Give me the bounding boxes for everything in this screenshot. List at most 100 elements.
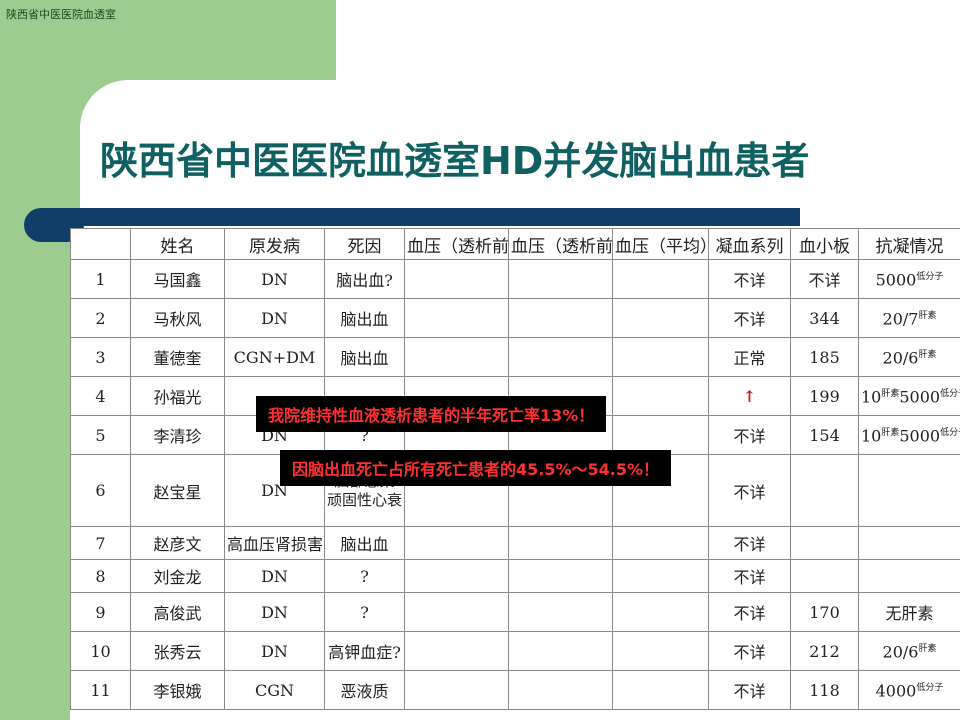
table-row: 11 李银娥 CGN 恶液质 不详 118 4000低分子 (70, 670, 960, 710)
cell-coag: 不详 (708, 415, 791, 455)
cell-name: 李清珍 (130, 415, 225, 455)
cell-coag: 不详 (708, 454, 791, 527)
cell-name: 张秀云 (130, 631, 225, 671)
cell-empty (404, 670, 509, 710)
anticoag-value: 5000 (875, 270, 917, 290)
cell-coag: 不详 (708, 526, 791, 560)
cell-platelet: 170 (790, 592, 859, 632)
table-header-row: 姓名 原发病 死因 血压（透析前） 血压（透析前） 血压（平均） 凝血系列 血小… (70, 228, 960, 260)
cell-no: 6 (70, 454, 131, 527)
col-header-cause: 死因 (324, 228, 405, 260)
cell-empty (508, 670, 613, 710)
anticoag-value: 10 (861, 387, 882, 407)
col-header-anticoag: 抗凝情况 (858, 228, 960, 260)
cell-name: 赵宝星 (130, 454, 225, 527)
table-row: 8 刘金龙 DN ? 不详 (70, 559, 960, 593)
cell-empty (404, 526, 509, 560)
cell-platelet: 344 (790, 298, 859, 338)
cell-disease: 高血压肾损害 (224, 526, 325, 560)
cell-coag: 不详 (708, 298, 791, 338)
cell-cause: 高钾血症? (324, 631, 405, 671)
anticoag-type: 肝素 (918, 643, 937, 654)
cell-cause: 脑出血? (324, 259, 405, 299)
cell-empty (508, 526, 613, 560)
cell-coag: 不详 (708, 559, 791, 593)
col-header-coag: 凝血系列 (708, 228, 791, 260)
mortality-callout: 我院维持性血液透析患者的半年死亡率13%！ (256, 396, 607, 432)
anticoag-value: 20/6 (882, 348, 919, 368)
cell-no: 2 (70, 298, 131, 338)
anticoag-value-2: 5000 (899, 426, 941, 446)
cell-coag: 不详 (708, 631, 791, 671)
cell-cause: 脑出血 (324, 298, 405, 338)
anticoag-value: 20/6 (882, 642, 919, 662)
cell-no: 8 (70, 559, 131, 593)
table-row: 9 高俊武 DN ? 不详 170 无肝素 (70, 592, 960, 632)
anticoag-value-2: 5000 (899, 387, 941, 407)
anticoag-value: 20/7 (882, 309, 919, 329)
cell-no: 9 (70, 592, 131, 632)
cell-cause: 脑出血 (324, 526, 405, 560)
cell-anticoag: 4000低分子 (858, 670, 960, 710)
org-label: 陕西省中医医院血透室 (6, 8, 116, 21)
cell-platelet (790, 454, 859, 527)
cell-anticoag (858, 526, 960, 560)
cell-platelet: 不详 (790, 259, 859, 299)
slide-title: 陕西省中医医院血透室HD并发脑出血患者 (100, 139, 810, 183)
cell-name: 马秋风 (130, 298, 225, 338)
cell-anticoag: 5000低分子 (858, 259, 960, 299)
cell-platelet: 185 (790, 337, 859, 377)
cell-platelet: 212 (790, 631, 859, 671)
col-header-disease: 原发病 (224, 228, 325, 260)
cell-platelet (790, 559, 859, 593)
cell-coag: ↑ (708, 376, 791, 416)
cell-anticoag: 10肝素5000低分子 (858, 415, 960, 455)
cell-empty (508, 631, 613, 671)
cell-disease: DN (224, 592, 325, 632)
table-row: 2 马秋风 DN 脑出血 不详 344 20/7肝素 (70, 298, 960, 338)
cell-empty (612, 559, 709, 593)
col-header (70, 228, 131, 260)
cell-empty (612, 526, 709, 560)
cell-coag: 正常 (708, 337, 791, 377)
cell-disease: DN (224, 631, 325, 671)
anticoag-type: 肝素 (881, 388, 900, 399)
table-row: 3 董德奎 CGN+DM 脑出血 正常 185 20/6肝素 (70, 337, 960, 377)
cell-empty (612, 592, 709, 632)
cell-no: 3 (70, 337, 131, 377)
cell-cause: ? (324, 592, 405, 632)
title-underline-bar (40, 208, 800, 226)
cell-empty (404, 631, 509, 671)
cell-name: 孙福光 (130, 376, 225, 416)
cell-name: 高俊武 (130, 592, 225, 632)
cell-empty (612, 376, 709, 416)
anticoag-type: 肝素 (881, 427, 900, 438)
cell-platelet: 199 (790, 376, 859, 416)
cell-no: 11 (70, 670, 131, 710)
cell-empty (612, 415, 709, 455)
cell-empty (612, 631, 709, 671)
anticoag-type-2: 低分子 (940, 388, 959, 399)
brain-hemorrhage-callout: 因脑出血死亡占所有死亡患者的45.5%～54.5%！ (280, 450, 672, 486)
cell-name: 马国鑫 (130, 259, 225, 299)
cell-no: 4 (70, 376, 131, 416)
cell-empty (612, 298, 709, 338)
cell-coag: 不详 (708, 592, 791, 632)
cell-name: 董德奎 (130, 337, 225, 377)
table-row: 1 马国鑫 DN 脑出血? 不详 不详 5000低分子 (70, 259, 960, 299)
anticoag-type: 肝素 (918, 310, 937, 321)
col-header-bp-pre-2: 血压（透析前） (508, 228, 613, 260)
cell-no: 7 (70, 526, 131, 560)
cell-no: 5 (70, 415, 131, 455)
cell-platelet (790, 526, 859, 560)
cell-disease: DN (224, 559, 325, 593)
cell-empty (612, 670, 709, 710)
cell-anticoag (858, 559, 960, 593)
cell-disease: DN (224, 259, 325, 299)
cell-empty (508, 337, 613, 377)
anticoag-value: 4000 (875, 681, 917, 701)
cell-empty (508, 592, 613, 632)
cell-cause: 恶液质 (324, 670, 405, 710)
cause-line-2: 顽固性心衰 (327, 490, 403, 509)
cell-empty (404, 298, 509, 338)
